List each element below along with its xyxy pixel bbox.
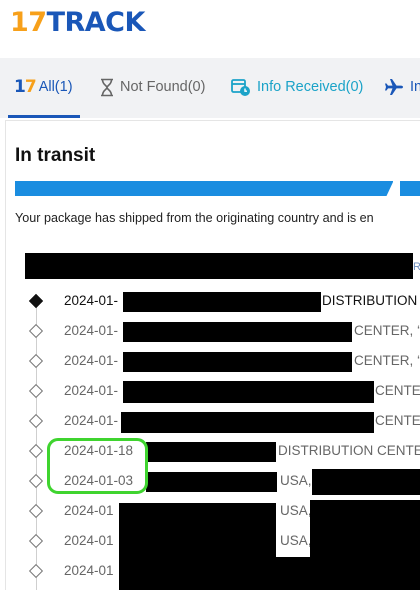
tab-all-label: All(1) (38, 79, 73, 95)
redacted-block (119, 557, 420, 590)
event-date: 2024-01- (64, 383, 119, 398)
event-text: DISTRIBUTION CENTE (278, 443, 420, 458)
event-text: CENTE (375, 383, 420, 398)
timeline-event: 2024-01- CENTER, ‘ (0, 347, 420, 377)
timeline-dot-icon (28, 533, 44, 549)
event-text: CENTER, ‘ (354, 323, 420, 338)
timeline-dot-icon (28, 563, 44, 579)
progress-bar-segment (400, 181, 420, 196)
info-received-clock-icon (231, 79, 250, 96)
timeline-dot-icon (28, 383, 44, 399)
redacted-block (119, 503, 276, 527)
logo-17track[interactable]: 17TRACK (10, 7, 145, 39)
event-date: 2024-01- (64, 413, 119, 428)
timeline-event: 2024-01- CENTE (0, 377, 420, 407)
airplane-icon (385, 79, 403, 95)
redacted-block (310, 500, 420, 527)
redacted-block (123, 381, 374, 403)
timeline-event: 2024-01 USA, (0, 527, 420, 557)
redacted-block (121, 412, 374, 433)
tab-in-transit[interactable]: In (384, 58, 420, 116)
active-tab-indicator (8, 115, 80, 118)
status-tabs: 17 All(1) Not Found(0) Info Received(0) … (0, 58, 420, 118)
tab-info-received-label: Info Received(0) (257, 79, 364, 95)
redacted-block (119, 527, 276, 557)
redacted-block (123, 292, 321, 312)
status-title: In transit (15, 145, 96, 166)
logo-word: TRACK (46, 7, 146, 38)
redacted-block (312, 469, 420, 495)
event-text: USA, (280, 533, 312, 548)
timeline-dot-icon (28, 353, 44, 369)
logo-number: 17 (10, 7, 47, 38)
redacted-tracking-number (25, 253, 413, 279)
hourglass-icon (101, 78, 113, 96)
timeline-event: 2024-01 USA, (0, 497, 420, 527)
tab-info-received[interactable]: Info Received(0) (231, 58, 363, 116)
tab-in-transit-label: In (410, 79, 420, 95)
top-bar: 17TRACK (0, 0, 420, 58)
tab-all[interactable]: 17 All(1) (14, 58, 73, 116)
event-text: CENTE (375, 413, 420, 428)
event-date: 2024-01- (64, 323, 119, 338)
tab-not-found[interactable]: Not Found(0) (100, 58, 205, 116)
event-date: 2024-01- (64, 353, 119, 368)
redacted-block (146, 472, 277, 492)
redacted-block (146, 442, 276, 462)
timeline-dot-icon (28, 503, 44, 519)
17-logo-icon: 17 (14, 77, 37, 97)
event-date: 2024-01 (64, 533, 114, 548)
timeline-dot-icon (28, 443, 44, 459)
timeline-event: 2024-01- DISTRIBUTION (0, 287, 420, 317)
timeline-event: 2024-01 (0, 557, 420, 590)
timeline-dot-icon (28, 473, 44, 489)
timeline-event: 2024-01- CENTE (0, 407, 420, 437)
redacted-block (310, 527, 420, 557)
timeline-dot-icon (28, 323, 44, 339)
event-text: CENTER, ‘ (354, 353, 420, 368)
timeline-event: 2024-01- CENTER, ‘ (0, 317, 420, 347)
event-date: 2024-01 (64, 503, 114, 518)
redacted-block (123, 352, 352, 372)
timeline-dot-icon (28, 293, 44, 309)
event-text: USA, (280, 503, 312, 518)
tracking-link-fragment: R (413, 261, 420, 273)
timeline-dot-icon (28, 413, 44, 429)
event-text: USA, (280, 473, 312, 488)
event-date: 2024-01 (64, 563, 114, 578)
redacted-block (123, 322, 352, 342)
event-date: 2024-01- (64, 293, 119, 308)
tab-not-found-label: Not Found(0) (120, 79, 206, 95)
highlight-annotation (47, 438, 148, 494)
event-text: DISTRIBUTION (322, 293, 418, 308)
status-description: Your package has shipped from the origin… (15, 211, 374, 225)
progress-bar (15, 181, 393, 196)
